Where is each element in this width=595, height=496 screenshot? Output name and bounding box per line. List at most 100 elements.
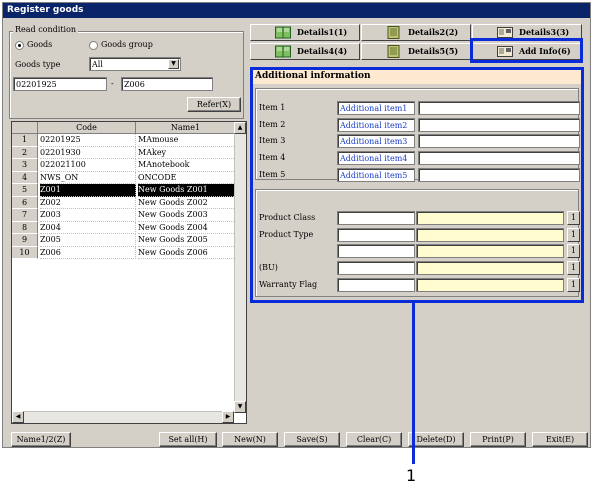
table-row[interactable]: 3 022021100 MAnotebook <box>12 159 236 172</box>
radio-goods[interactable]: Goods <box>15 40 52 50</box>
scroll-up-icon[interactable]: ▲ <box>234 122 246 134</box>
additional-info-panel: Additional information Item 1 Additional … <box>250 67 584 303</box>
radio-goods-group[interactable]: Goods group <box>89 40 153 50</box>
tab-1[interactable]: Details1(1) <box>250 24 360 41</box>
scroll-left-icon[interactable]: ◀ <box>12 411 24 423</box>
scroll-down-icon[interactable]: ▼ <box>234 401 246 413</box>
item-value-field[interactable] <box>418 101 580 115</box>
lookup-button[interactable]: 1 <box>567 277 580 292</box>
cell-name1[interactable]: MAnotebook <box>138 159 236 172</box>
delete-button[interactable]: Delete(D) <box>408 432 464 447</box>
item-label: Item 2 <box>259 119 286 129</box>
lookup-button[interactable]: 1 <box>567 244 580 259</box>
book-icon <box>275 45 291 58</box>
item-name-field[interactable]: Additional item5 <box>337 167 415 182</box>
item-value-field[interactable] <box>418 151 580 166</box>
cell-code[interactable]: 022021100 <box>40 159 136 172</box>
code-field[interactable] <box>337 211 415 225</box>
callout-label: 1 <box>406 466 417 485</box>
cell-code[interactable]: Z003 <box>40 209 136 222</box>
table-row[interactable]: 7 Z003 New Goods Z003 <box>12 209 236 222</box>
chevron-down-icon[interactable]: ▼ <box>168 59 179 69</box>
tab-4[interactable]: Details4(4) <box>250 43 360 60</box>
cell-code[interactable]: Z004 <box>40 221 136 234</box>
cell-name1[interactable]: ONCODE <box>138 172 236 184</box>
grid-header-code[interactable]: Code <box>38 122 136 134</box>
item-name-field[interactable]: Additional item1 <box>337 101 415 115</box>
row-number: 5 <box>12 184 38 197</box>
item-label: Item 3 <box>259 136 286 146</box>
clear-button[interactable]: Clear(C) <box>346 432 402 447</box>
lookup-button[interactable]: 1 <box>567 211 580 225</box>
scroll-right-icon[interactable]: ▶ <box>222 411 234 423</box>
name-toggle-button[interactable]: Name1/2(Z) <box>11 432 71 447</box>
cell-name1[interactable]: New Goods Z001 <box>138 184 236 197</box>
table-row[interactable]: 1 02201925 MAmouse <box>12 134 236 147</box>
row-label: Warranty Flag <box>259 279 318 289</box>
item-label: Item 4 <box>259 153 286 163</box>
refer-button[interactable]: Refer(X) <box>187 97 241 112</box>
grid-corner <box>12 122 38 134</box>
row-number: 1 <box>12 134 38 147</box>
window-title: Register goods <box>3 3 590 18</box>
vertical-scrollbar[interactable]: ▲ ▼ <box>234 122 246 413</box>
set-all-button[interactable]: Set all(H) <box>159 432 217 447</box>
cell-code[interactable]: Z001 <box>40 184 136 197</box>
tab-5[interactable]: Details5(5) <box>361 43 471 60</box>
grid-header-name1[interactable]: Name1 <box>136 122 236 134</box>
row-number: 6 <box>12 196 38 209</box>
table-row[interactable]: 6 Z002 New Goods Z002 <box>12 196 236 209</box>
code-field[interactable] <box>337 277 415 292</box>
cell-name1[interactable]: New Goods Z006 <box>138 247 236 259</box>
code-field[interactable] <box>337 244 415 259</box>
row-number: 2 <box>12 146 38 159</box>
lookup-button[interactable]: 1 <box>567 261 580 276</box>
range-from-input[interactable]: 02201925 <box>13 77 107 91</box>
cell-code[interactable]: 02201930 <box>40 146 136 159</box>
row-label: Product Type <box>259 229 314 239</box>
item-name-field[interactable]: Additional item3 <box>337 134 415 149</box>
cell-code[interactable]: 02201925 <box>40 134 136 147</box>
goods-type-select[interactable]: All ▼ <box>89 57 181 71</box>
item-name-field[interactable]: Additional item2 <box>337 117 415 132</box>
cell-name1[interactable]: New Goods Z004 <box>138 222 236 234</box>
table-row[interactable]: 10 Z006 New Goods Z006 <box>12 246 236 259</box>
row-number: 8 <box>12 221 38 234</box>
cell-name1[interactable]: New Goods Z005 <box>138 234 236 247</box>
row-number: 7 <box>12 209 38 222</box>
tab-label: Details5(5) <box>408 46 459 56</box>
cell-code[interactable]: Z006 <box>40 246 136 259</box>
new-button[interactable]: New(N) <box>222 432 278 447</box>
cell-name1[interactable]: New Goods Z003 <box>138 209 236 222</box>
table-row[interactable]: 5 Z001 New Goods Z001 <box>12 184 236 197</box>
code-field[interactable] <box>337 227 415 242</box>
row-number: 3 <box>12 159 38 172</box>
tab-2[interactable]: Details2(2) <box>361 24 471 41</box>
lookup-button[interactable]: 1 <box>567 227 580 242</box>
goods-grid[interactable]: Code Name1 1 02201925 MAmouse 2 02201930 MAke… <box>11 121 247 424</box>
print-button[interactable]: Print(P) <box>470 432 526 447</box>
cell-code[interactable]: Z002 <box>40 196 136 209</box>
cell-code[interactable]: Z005 <box>40 234 136 247</box>
add-info-tab-highlight <box>470 38 583 63</box>
exit-button[interactable]: Exit(E) <box>532 432 588 447</box>
save-button[interactable]: Save(S) <box>284 432 340 447</box>
range-to-input[interactable]: Z006 <box>121 77 213 91</box>
goods-type-label: Goods type <box>15 60 61 69</box>
cell-name1[interactable]: MAkey <box>138 147 236 159</box>
table-row[interactable]: 4 NWS_ON ONCODE <box>12 171 236 184</box>
code-field[interactable] <box>337 261 415 276</box>
cell-name1[interactable]: MAmouse <box>138 134 236 147</box>
horizontal-scrollbar[interactable]: ◀ ▶ <box>12 411 234 423</box>
table-row[interactable]: 9 Z005 New Goods Z005 <box>12 234 236 247</box>
item-value-field[interactable] <box>418 117 580 132</box>
table-row[interactable]: 8 Z004 New Goods Z004 <box>12 221 236 234</box>
document-icon <box>386 45 402 58</box>
table-row[interactable]: 2 02201930 MAkey <box>12 146 236 159</box>
cell-code[interactable]: NWS_ON <box>40 171 136 184</box>
item-value-field[interactable] <box>418 167 580 182</box>
cell-name1[interactable]: New Goods Z002 <box>138 197 236 209</box>
callout-line <box>412 302 415 464</box>
item-name-field[interactable]: Additional item4 <box>337 151 415 166</box>
item-value-field[interactable] <box>418 134 580 149</box>
